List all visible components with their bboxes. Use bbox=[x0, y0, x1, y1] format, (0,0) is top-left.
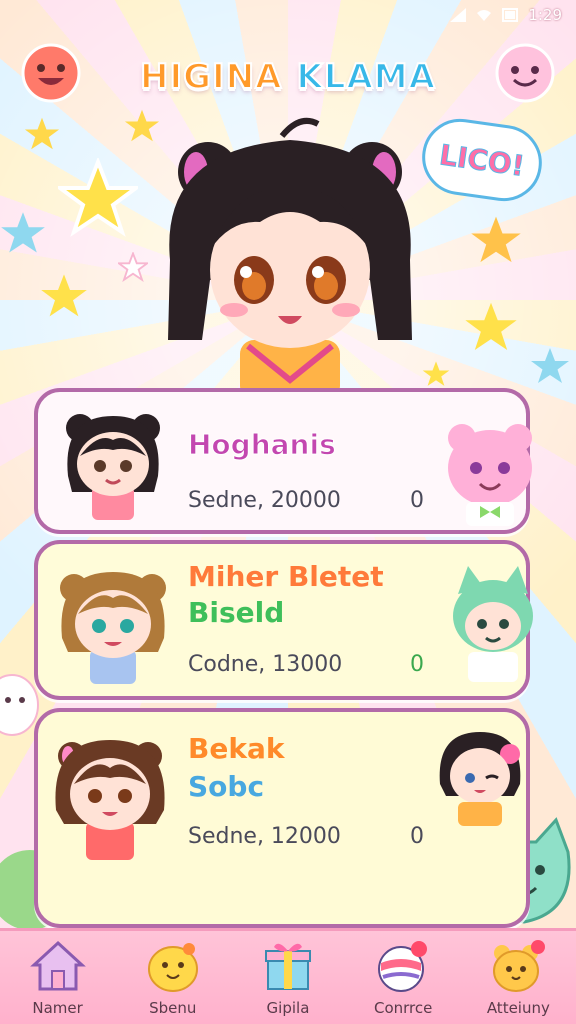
nav-label: Atteiuny bbox=[486, 999, 550, 1017]
signal-icon bbox=[450, 8, 467, 22]
star-decor-icon bbox=[41, 274, 87, 317]
nav-label: Sbenu bbox=[149, 999, 197, 1017]
gift-box-icon bbox=[264, 943, 311, 990]
character-card[interactable]: Miher Bletet Biseld Codne, 13000 0 bbox=[34, 540, 533, 700]
nav-label: Gipila bbox=[266, 999, 310, 1017]
character-name: Hoghanis bbox=[188, 428, 337, 462]
character-name-line-2: Biseld bbox=[188, 596, 285, 629]
hero-character-illustration bbox=[168, 118, 412, 400]
star-decor-icon bbox=[1, 212, 45, 253]
star-decor-icon bbox=[118, 252, 148, 282]
wifi-icon bbox=[477, 10, 492, 21]
character-name: Miher Bletet bbox=[188, 560, 384, 593]
character-avatar-wink bbox=[439, 732, 521, 826]
pink-bear-avatar bbox=[448, 424, 532, 526]
star-decor-icon bbox=[24, 117, 60, 150]
character-name: Bekak bbox=[188, 732, 285, 765]
nav-item-gipila[interactable]: Gipila bbox=[233, 931, 343, 1024]
character-badge: 0 bbox=[410, 824, 424, 849]
speech-bubble-text: LICO! bbox=[437, 137, 527, 183]
character-avatar bbox=[55, 740, 165, 860]
ball-icon bbox=[378, 941, 428, 992]
bear-icon bbox=[493, 940, 546, 992]
battery-icon bbox=[502, 8, 519, 22]
home-icon bbox=[29, 940, 86, 991]
nav-item-home[interactable]: Namer bbox=[3, 931, 113, 1024]
character-score: Sedne, 20000 bbox=[188, 488, 341, 513]
character-badge: 0 bbox=[410, 488, 424, 513]
green-cat-avatar bbox=[453, 566, 533, 682]
nav-item-sbenu[interactable]: Sbenu bbox=[118, 931, 228, 1024]
character-avatar bbox=[60, 572, 166, 684]
smiley-face-decor-icon bbox=[21, 43, 81, 103]
nav-label: Conrrce bbox=[373, 999, 433, 1017]
star-decor-icon bbox=[531, 348, 569, 383]
star-decor-icon bbox=[471, 216, 521, 263]
nav-label: Namer bbox=[32, 999, 83, 1017]
smiley-face-decor-icon bbox=[495, 43, 555, 103]
app-title: HIGINA KLAMA bbox=[116, 48, 460, 106]
bottom-nav: Namer Sbenu Gipila Conrrce Atteiuny bbox=[0, 928, 576, 1024]
character-score: Sedne, 12000 bbox=[188, 824, 341, 849]
character-name-line-2: Sobc bbox=[188, 770, 265, 803]
app-title-word-2: KLAMA bbox=[295, 56, 436, 98]
character-avatar bbox=[66, 414, 160, 520]
star-decor-icon bbox=[465, 302, 517, 350]
character-card[interactable]: Bekak Sobc Sedne, 12000 0 bbox=[34, 708, 530, 928]
star-decor-icon bbox=[58, 158, 138, 237]
nav-item-conrrce[interactable]: Conrrce bbox=[348, 931, 458, 1024]
status-bar: 1:29 bbox=[0, 0, 576, 30]
app-title-word-1: HIGINA bbox=[139, 56, 283, 98]
nav-item-atteiuny[interactable]: Atteiuny bbox=[463, 931, 573, 1024]
chick-icon bbox=[147, 943, 198, 992]
status-time: 1:29 bbox=[528, 6, 562, 24]
character-badge: 0 bbox=[410, 652, 424, 677]
character-card[interactable]: Hoghanis Sedne, 20000 0 bbox=[34, 388, 532, 534]
character-score: Codne, 13000 bbox=[188, 652, 343, 677]
